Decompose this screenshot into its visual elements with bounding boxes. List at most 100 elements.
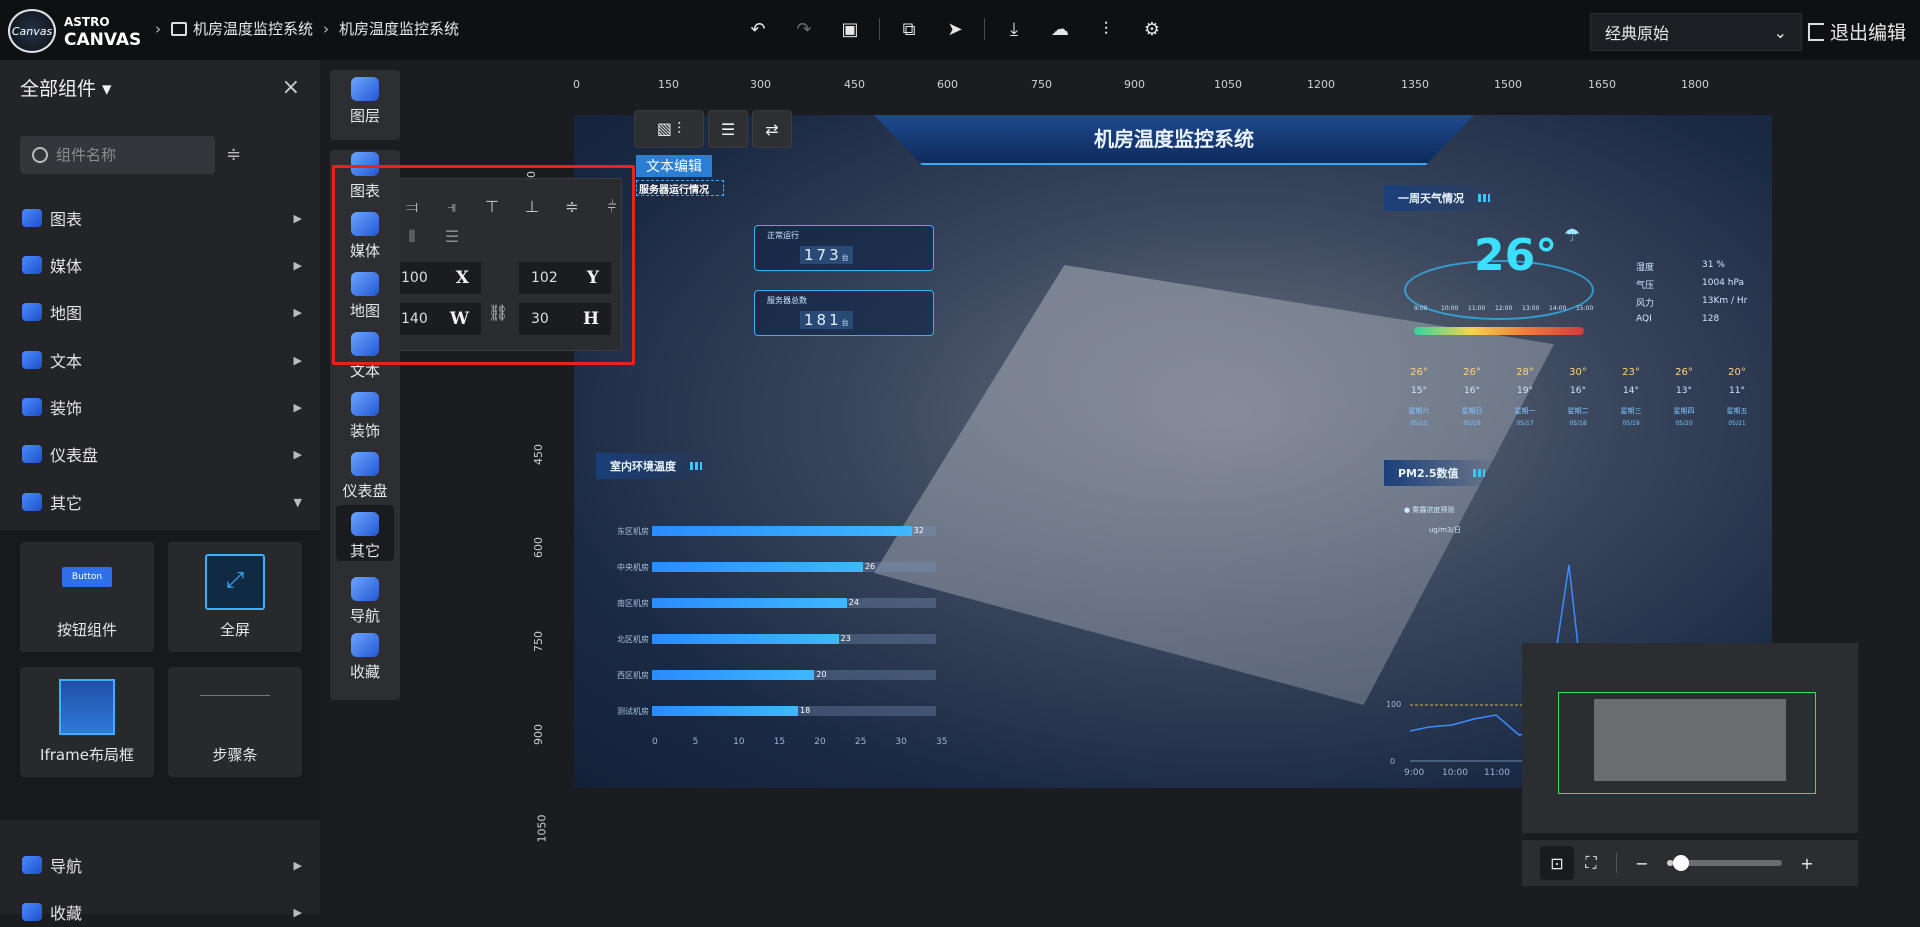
env-bar-label: 测试机房 <box>617 707 649 716</box>
fit-screen-icon[interactable]: ⊡ <box>1540 846 1574 880</box>
forecast-dt: 05/16 <box>1463 420 1481 427</box>
chart-style-icon[interactable]: ▧ ⫶ <box>634 110 704 148</box>
theme-select[interactable]: 经典原始 ⌄ <box>1590 13 1802 51</box>
page-settings-icon[interactable]: ⚙ <box>1140 14 1164 44</box>
interaction-icon[interactable]: ⇄ <box>752 110 792 148</box>
sidebar-title[interactable]: 全部组件 ▾ <box>20 74 112 101</box>
env-bar-track: 20 <box>652 670 936 680</box>
chevron-right-icon: › <box>323 19 330 38</box>
sidebar-item-media[interactable]: 媒体 ▶ <box>22 250 302 280</box>
selected-text-component[interactable]: 服务器运行情况 <box>636 180 724 196</box>
undo-icon[interactable]: ↶ <box>746 14 770 44</box>
toolbar-item-layers[interactable]: 图层 <box>336 70 394 126</box>
env-bar-row: 测试机房 18 <box>574 705 936 717</box>
database-icon[interactable]: ☰ <box>708 110 748 148</box>
stat-label: 服务器总数 <box>767 296 807 305</box>
env-bar-value: 24 <box>848 598 859 607</box>
sidebar-item-nav[interactable]: 导航 ▶ <box>22 850 302 880</box>
text-icon <box>22 351 42 369</box>
ruler-tick: 1200 <box>1307 78 1335 91</box>
exit-edit-button[interactable]: 退出编辑 <box>1808 18 1906 45</box>
weather-hour-label: 13:00 <box>1522 305 1540 312</box>
zoom-controls: ⊡ ⛶ − + <box>1522 840 1858 886</box>
toolbar-item-other[interactable]: 其它 <box>336 505 394 561</box>
forecast-hi: 26° <box>1463 367 1481 378</box>
redo-icon[interactable]: ↷ <box>792 14 816 44</box>
sidebar-item-map[interactable]: 地图 ▶ <box>22 297 302 327</box>
cloud-upload-icon[interactable]: ☁ <box>1048 14 1072 44</box>
sidebar-item-other[interactable]: 其它 ▼ <box>22 487 302 517</box>
app-logo[interactable]: Canvas ASTRO CANVAS <box>8 8 148 54</box>
collapse-filter-icon[interactable]: ≑ <box>226 144 246 166</box>
tile-steps[interactable]: 步骤条 <box>168 667 302 777</box>
forecast-wd: 星期二 <box>1567 407 1589 415</box>
ruler-tick: 150 <box>658 78 679 91</box>
tile-label: Iframe布局框 <box>40 746 134 764</box>
weather-kv-label: 气压 <box>1636 281 1655 291</box>
ruler-tick: 900 <box>532 724 545 745</box>
env-bar-label: 北区机房 <box>617 635 649 644</box>
stat-total[interactable]: 服务器总数 181台 <box>754 290 934 336</box>
download-icon[interactable]: ⤓ <box>1002 14 1026 44</box>
forecast-dt: 05/21 <box>1728 420 1746 427</box>
env-bar <box>652 634 839 644</box>
zoom-slider-knob[interactable] <box>1672 855 1689 871</box>
sidebar-item-chart[interactable]: 图表 ▶ <box>22 203 302 233</box>
forecast-lo: 14° <box>1623 386 1639 396</box>
chevron-right-icon: ▶ <box>293 353 302 367</box>
forecast-hi: 28° <box>1516 367 1534 378</box>
forecast-lo: 11° <box>1729 386 1745 396</box>
map-icon <box>22 303 42 321</box>
zoom-divider <box>1616 853 1617 873</box>
sidebar-item-favorites[interactable]: 收藏 ▶ <box>22 897 302 927</box>
minimap[interactable] <box>1522 643 1858 833</box>
forecast-hi: 26° <box>1410 367 1428 378</box>
env-bar-value: 26 <box>864 562 876 571</box>
fullscreen-focus-icon[interactable]: ⛶ <box>1574 846 1608 880</box>
tile-button-component[interactable]: Button 按钮组件 <box>20 542 154 652</box>
env-bar-track: 32 <box>652 526 936 536</box>
chevron-right-icon: ▶ <box>293 258 302 272</box>
text-edit-tag[interactable]: 文本编辑 <box>636 155 712 177</box>
forecast-day: 23° 14° 星期三 05/19 <box>1611 367 1651 427</box>
settings-sliders-icon[interactable]: ⫶ <box>1094 14 1118 44</box>
breadcrumb-item-page[interactable]: 机房温度监控系统 <box>339 18 459 39</box>
zoom-out-icon[interactable]: − <box>1625 846 1659 880</box>
env-bar-label: 南区机房 <box>617 599 649 608</box>
sidebar-item-decoration[interactable]: 装饰 ▶ <box>22 392 302 422</box>
pm-xtick: 11:00 <box>1484 768 1510 778</box>
pm-panel-title[interactable]: PM2.5数值 <box>1384 460 1499 486</box>
dashboard-title[interactable]: 机房温度监控系统 <box>874 123 1474 152</box>
sidebar-item-text[interactable]: 文本 ▶ <box>22 345 302 375</box>
tile-iframe-layout[interactable]: Iframe布局框 <box>20 667 154 777</box>
minimap-viewport[interactable] <box>1558 692 1816 794</box>
weather-gauge-arc <box>1414 327 1584 335</box>
toolbar-item-nav[interactable]: 导航 <box>336 570 394 626</box>
sidebar-item-gauge[interactable]: 仪表盘 ▶ <box>22 439 302 469</box>
breadcrumb-item-project[interactable]: 机房温度监控系统 <box>193 18 313 39</box>
sidebar-header: 全部组件 ▾ × <box>0 60 320 114</box>
tile-fullscreen[interactable]: ⤢ 全屏 <box>168 542 302 652</box>
search-input[interactable] <box>56 146 196 164</box>
toolbar-item-favorites[interactable]: 收藏 <box>336 626 394 682</box>
toolbar-item-decoration[interactable]: 装饰 <box>336 385 394 441</box>
stat-value: 173台 <box>800 246 853 264</box>
forecast-dt: 05/17 <box>1516 420 1534 427</box>
favorites-icon <box>22 903 42 921</box>
weather-panel-title[interactable]: 一周天气情况 <box>1384 185 1504 211</box>
toolbar-item-gauge[interactable]: 仪表盘 <box>336 445 394 501</box>
gauge-icon <box>22 445 42 463</box>
env-xtick: 30 <box>895 737 907 747</box>
save-icon[interactable]: ▣ <box>838 14 862 44</box>
publish-icon[interactable]: ➤ <box>943 14 967 44</box>
close-icon[interactable]: × <box>282 75 300 100</box>
pm-unit: ug/m3/日 <box>1429 526 1461 534</box>
preview-icon[interactable]: ⧉ <box>897 14 921 44</box>
zoom-slider[interactable] <box>1667 855 1782 871</box>
pm-ytick: 0 <box>1390 757 1395 766</box>
stat-running[interactable]: 正常运行 173台 <box>754 225 934 271</box>
env-panel-title[interactable]: 室内环境温度 <box>596 453 716 479</box>
exit-icon <box>1808 22 1824 41</box>
forecast-dt: 05/19 <box>1622 420 1640 427</box>
zoom-in-icon[interactable]: + <box>1790 846 1824 880</box>
